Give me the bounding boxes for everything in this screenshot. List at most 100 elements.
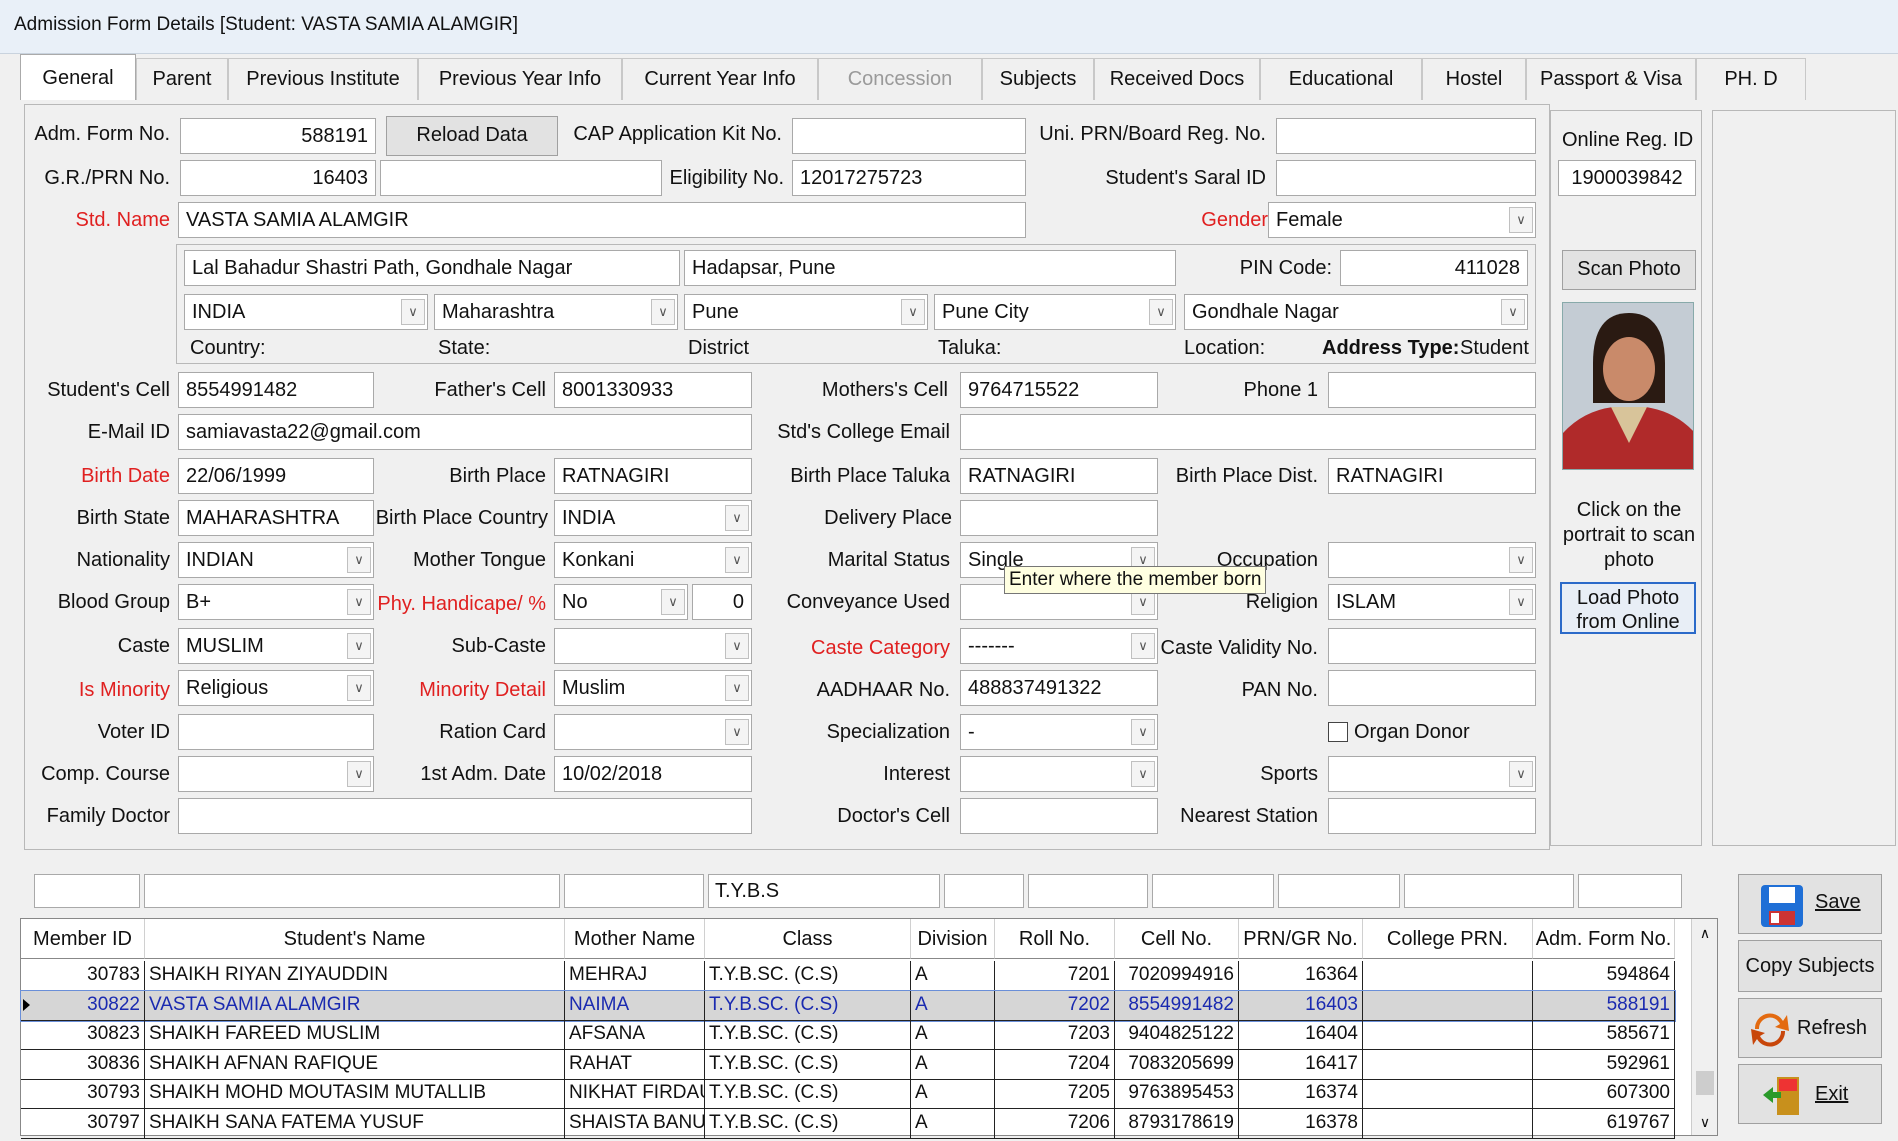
filter-cell-no[interactable] — [1152, 874, 1274, 908]
table-cell[interactable]: 9763895453 — [1115, 1079, 1239, 1109]
reload-data-button[interactable]: Reload Data — [386, 116, 558, 156]
family-doctor-field[interactable] — [178, 798, 752, 834]
table-cell[interactable] — [1363, 990, 1533, 1021]
table-cell[interactable]: 7203 — [995, 1020, 1115, 1050]
specialization-select[interactable]: - ∨ — [960, 714, 1158, 750]
pin-field[interactable]: 411028 — [1340, 250, 1528, 286]
handicap-percent-field[interactable]: 0 — [692, 584, 752, 620]
minority-detail-select[interactable]: Muslim ∨ — [554, 670, 752, 706]
table-cell[interactable]: NIKHAT FIRDAUS — [565, 1079, 705, 1109]
table-cell[interactable]: 8793178619 — [1115, 1108, 1239, 1139]
table-cell[interactable]: 16378 — [1239, 1108, 1363, 1139]
filter-member-id[interactable] — [34, 874, 140, 908]
birth-state-field[interactable]: MAHARASHTRA — [178, 500, 374, 536]
table-cell[interactable]: A — [911, 961, 995, 991]
table-cell[interactable] — [1363, 961, 1533, 991]
minority-select[interactable]: Religious ∨ — [178, 670, 374, 706]
table-cell[interactable]: 7202 — [995, 990, 1115, 1021]
voter-field[interactable] — [178, 714, 374, 750]
table-cell[interactable]: 16364 — [1239, 961, 1363, 991]
table-cell[interactable] — [1363, 1020, 1533, 1050]
mother-tongue-select[interactable]: Konkani ∨ — [554, 542, 752, 578]
tab-general[interactable]: General — [20, 54, 136, 100]
tab-previous-institute[interactable]: Previous Institute — [228, 58, 418, 100]
table-cell[interactable]: SHAIKH AFNAN RAFIQUE — [145, 1049, 565, 1080]
country-select[interactable]: INDIA ∨ — [184, 294, 428, 330]
address-line1-field[interactable]: Lal Bahadur Shastri Path, Gondhale Nagar — [184, 250, 680, 286]
table-row[interactable]: 30783 SHAIKH RIYAN ZIYAUDDIN MEHRAJ T.Y.B.S… — [21, 961, 1675, 991]
tab-parent[interactable]: Parent — [136, 58, 228, 100]
tab-educational[interactable]: Educational — [1260, 58, 1422, 100]
table-cell[interactable]: 592961 — [1533, 1049, 1675, 1080]
gr-prn-extra-field[interactable] — [380, 160, 662, 196]
table-cell[interactable]: T.Y.B.SC. (C.S) — [705, 1108, 911, 1139]
eligibility-field[interactable]: 12017275723 — [792, 160, 1026, 196]
table-cell[interactable]: VASTA SAMIA ALAMGIR — [145, 990, 565, 1021]
tab-previous-year-info[interactable]: Previous Year Info — [418, 58, 622, 100]
tab-subjects[interactable]: Subjects — [982, 58, 1094, 100]
comp-course-select[interactable]: ∨ — [178, 756, 374, 792]
delivery-field[interactable] — [960, 500, 1158, 536]
table-cell[interactable]: A — [911, 1049, 995, 1080]
scroll-up-icon[interactable]: ∧ — [1692, 925, 1718, 942]
filter-adm-form[interactable] — [1578, 874, 1682, 908]
blood-select[interactable]: B+ ∨ — [178, 584, 374, 620]
table-cell[interactable]: A — [911, 1108, 995, 1139]
table-cell[interactable]: AFSANA — [565, 1020, 705, 1050]
filter-mother-name[interactable] — [564, 874, 704, 908]
location-select[interactable]: Gondhale Nagar ∨ — [1184, 294, 1528, 330]
filter-student-name[interactable] — [144, 874, 560, 908]
col-class[interactable]: Class — [705, 919, 911, 959]
table-cell[interactable] — [1363, 1049, 1533, 1080]
col-college-prn[interactable]: College PRN. — [1363, 919, 1533, 959]
load-photo-button[interactable]: Load Photo from Online — [1560, 582, 1696, 634]
table-cell[interactable]: RAHAT — [565, 1049, 705, 1080]
caste-select[interactable]: MUSLIM ∨ — [178, 628, 374, 664]
table-cell[interactable]: T.Y.B.SC. (C.S) — [705, 1049, 911, 1080]
birth-country-select[interactable]: INDIA ∨ — [554, 500, 752, 536]
table-cell[interactable]: 30797 — [21, 1108, 145, 1139]
occupation-select[interactable]: ∨ — [1328, 542, 1536, 578]
birth-taluka-field[interactable]: RATNAGIRI — [960, 458, 1158, 494]
table-cell[interactable]: T.Y.B.SC. (C.S) — [705, 990, 911, 1021]
college-email-field[interactable] — [960, 414, 1536, 450]
filter-division[interactable] — [944, 874, 1024, 908]
table-cell[interactable]: 30793 — [21, 1079, 145, 1109]
caste-category-select[interactable]: ------- ∨ — [960, 628, 1158, 664]
table-cell[interactable]: 7205 — [995, 1079, 1115, 1109]
district-select[interactable]: Pune ∨ — [684, 294, 928, 330]
table-cell[interactable]: A — [911, 1079, 995, 1109]
table-cell[interactable]: 7204 — [995, 1049, 1115, 1080]
table-cell[interactable]: 30823 — [21, 1020, 145, 1050]
table-cell[interactable]: 16417 — [1239, 1049, 1363, 1080]
table-cell[interactable]: 16374 — [1239, 1079, 1363, 1109]
email-field[interactable]: samiavasta22@gmail.com — [178, 414, 752, 450]
table-cell[interactable] — [1363, 1079, 1533, 1109]
mother-cell-field[interactable]: 9764715522 — [960, 372, 1158, 408]
interest-select[interactable]: ∨ — [960, 756, 1158, 792]
table-cell[interactable] — [1363, 1108, 1533, 1139]
cap-field[interactable] — [792, 118, 1026, 154]
table-cell[interactable]: SHAIKH MOHD MOUTASIM MUTALLIB — [145, 1079, 565, 1109]
table-cell[interactable]: SHAIKH SANA FATEMA YUSUF — [145, 1108, 565, 1139]
table-cell[interactable]: 7083205699 — [1115, 1049, 1239, 1080]
uni-prn-field[interactable] — [1276, 118, 1536, 154]
table-cell[interactable]: T.Y.B.SC. (C.S) — [705, 1079, 911, 1109]
filter-prn[interactable] — [1278, 874, 1400, 908]
caste-validity-field[interactable] — [1328, 628, 1536, 664]
handicap-select[interactable]: No ∨ — [554, 584, 688, 620]
scan-photo-button[interactable]: Scan Photo — [1562, 250, 1696, 290]
table-cell[interactable]: 30783 — [21, 961, 145, 991]
table-row[interactable]: 30823 SHAIKH FAREED MUSLIM AFSANA T.Y.B.SC.… — [21, 1020, 1675, 1050]
table-cell[interactable]: T.Y.B.SC. (C.S) — [705, 1020, 911, 1050]
organ-donor-checkbox[interactable] — [1328, 722, 1348, 742]
doctor-cell-field[interactable] — [960, 798, 1158, 834]
table-cell[interactable]: 588191 — [1533, 990, 1675, 1021]
religion-select[interactable]: ISLAM ∨ — [1328, 584, 1536, 620]
saral-field[interactable] — [1276, 160, 1536, 196]
table-cell[interactable]: 30836 — [21, 1049, 145, 1080]
exit-button[interactable]: Exit — [1738, 1064, 1882, 1124]
table-cell[interactable]: 585671 — [1533, 1020, 1675, 1050]
tab-phd[interactable]: PH. D — [1696, 58, 1806, 100]
table-cell[interactable]: 607300 — [1533, 1079, 1675, 1109]
